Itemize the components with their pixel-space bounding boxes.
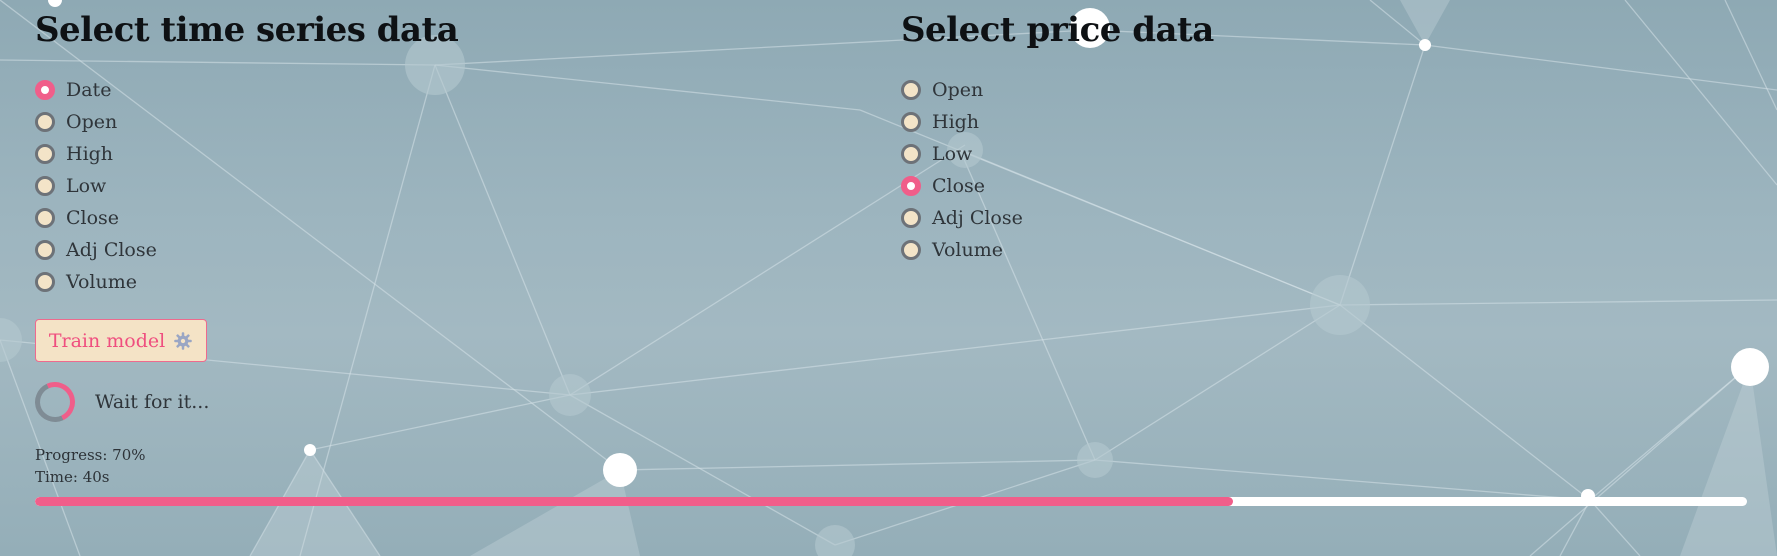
spinner-text: Wait for it... bbox=[95, 391, 210, 413]
time-series-title: Select time series data bbox=[35, 10, 459, 50]
train-model-label: Train model bbox=[48, 329, 166, 352]
time-series-radio-adj-close[interactable]: Adj Close bbox=[35, 234, 458, 266]
radio-label: High bbox=[932, 111, 980, 133]
radio-label: Date bbox=[66, 79, 112, 101]
train-model-button[interactable]: Train model bbox=[35, 319, 207, 362]
price-section: Select price data Open High Low Close Adj Cl… bbox=[901, 10, 1214, 266]
time-series-radio-open[interactable]: Open bbox=[35, 106, 458, 138]
radio-label: High bbox=[66, 143, 114, 165]
time-series-radio-volume[interactable]: Volume bbox=[35, 266, 458, 298]
radio-button[interactable] bbox=[901, 240, 921, 260]
radio-button[interactable] bbox=[901, 208, 921, 228]
radio-label: Adj Close bbox=[66, 239, 157, 261]
radio-label: Open bbox=[66, 111, 118, 133]
radio-button[interactable] bbox=[35, 176, 55, 196]
radio-button[interactable] bbox=[35, 208, 55, 228]
time-series-section: Select time series data Date Open High Low C… bbox=[35, 10, 459, 298]
radio-button[interactable] bbox=[35, 144, 55, 164]
radio-button[interactable] bbox=[35, 240, 55, 260]
price-title: Select price data bbox=[901, 10, 1214, 50]
radio-button[interactable] bbox=[901, 80, 921, 100]
radio-button[interactable] bbox=[35, 272, 55, 292]
time-series-radio-high[interactable]: High bbox=[35, 138, 458, 170]
progress-info: Progress: 70% Time: 40s bbox=[35, 444, 146, 488]
radio-button[interactable] bbox=[35, 80, 55, 100]
spinner-icon bbox=[29, 376, 81, 428]
price-radio-high[interactable]: High bbox=[901, 106, 1214, 138]
radio-label: Close bbox=[66, 207, 120, 229]
loading-status: Wait for it... bbox=[29, 376, 210, 428]
time-series-radio-date[interactable]: Date bbox=[35, 74, 458, 106]
time-series-radio-group: Date Open High Low Close Adj Close Volume bbox=[35, 74, 458, 298]
price-radio-open[interactable]: Open bbox=[901, 74, 1214, 106]
radio-label: Adj Close bbox=[932, 207, 1023, 229]
radio-label: Low bbox=[932, 143, 973, 165]
progress-label: Progress: 70% bbox=[35, 446, 146, 464]
time-series-radio-low[interactable]: Low bbox=[35, 170, 458, 202]
radio-label: Open bbox=[932, 79, 984, 101]
time-series-radio-close[interactable]: Close bbox=[35, 202, 458, 234]
radio-label: Volume bbox=[932, 239, 1003, 261]
price-radio-volume[interactable]: Volume bbox=[901, 234, 1214, 266]
radio-button[interactable] bbox=[901, 176, 921, 196]
radio-label: Low bbox=[66, 175, 107, 197]
time-label: Time: 40s bbox=[35, 468, 110, 486]
price-radio-group: Open High Low Close Adj Close Volume bbox=[901, 74, 1214, 266]
price-radio-low[interactable]: Low bbox=[901, 138, 1214, 170]
gear-icon bbox=[173, 331, 193, 351]
progress-bar bbox=[35, 497, 1747, 506]
price-radio-close[interactable]: Close bbox=[901, 170, 1214, 202]
radio-label: Close bbox=[932, 175, 986, 197]
radio-button[interactable] bbox=[901, 112, 921, 132]
radio-label: Volume bbox=[66, 271, 137, 293]
radio-button[interactable] bbox=[35, 112, 55, 132]
price-radio-adj-close[interactable]: Adj Close bbox=[901, 202, 1214, 234]
progress-bar-fill bbox=[35, 497, 1234, 506]
radio-button[interactable] bbox=[901, 144, 921, 164]
